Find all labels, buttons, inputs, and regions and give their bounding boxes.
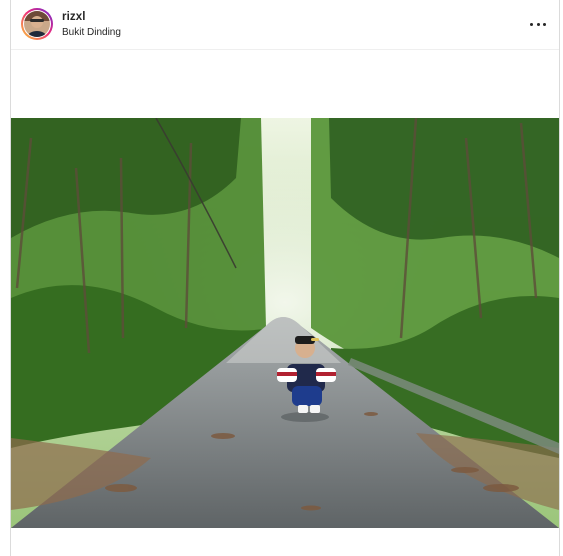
- more-options-button[interactable]: [527, 15, 549, 33]
- avatar[interactable]: [23, 10, 51, 38]
- avatar-story-ring[interactable]: [21, 8, 53, 40]
- post-card: rizxl Bukit Dinding: [10, 0, 560, 556]
- username[interactable]: rizxl: [62, 11, 86, 23]
- location[interactable]: Bukit Dinding: [62, 27, 121, 38]
- more-options-icon: [543, 22, 546, 26]
- post-header: rizxl Bukit Dinding: [11, 0, 559, 50]
- more-options-icon: [536, 22, 540, 26]
- post-photo[interactable]: [11, 118, 559, 528]
- user-avatar-icon: [24, 11, 50, 37]
- more-options-icon: [530, 22, 533, 26]
- forest-road-photo: [11, 118, 559, 528]
